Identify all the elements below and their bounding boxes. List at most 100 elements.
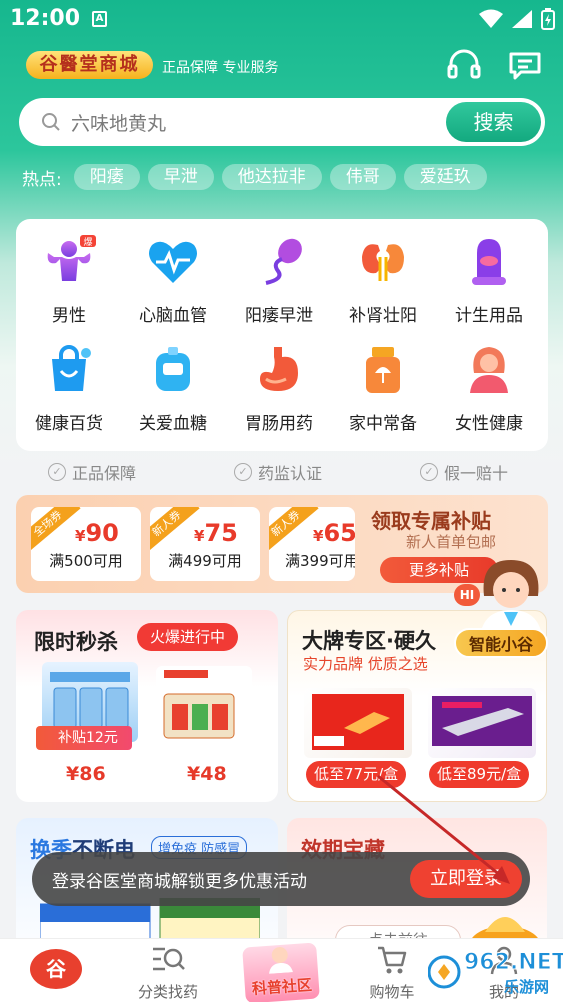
category-label: 阳痿早泄 — [245, 306, 313, 326]
coupon-card[interactable]: 新人券 ¥75 满499可用 — [150, 507, 260, 581]
category-label: 计生用品 — [455, 306, 523, 326]
subsidy-tag: 补贴12元 — [36, 726, 132, 750]
product-price: ¥48 — [187, 763, 227, 785]
check-icon: ✓ — [48, 463, 66, 481]
hot-label: 热点: — [22, 169, 62, 190]
brand-zone-title: 大牌专区·硬久 — [302, 629, 436, 653]
annotation-arrow — [377, 774, 510, 884]
sperm-icon — [265, 238, 302, 285]
category-male[interactable]: 爆 男性 — [16, 235, 122, 326]
tab-home[interactable]: 谷 — [0, 939, 112, 1002]
watermark-text: 962.NET — [464, 950, 563, 976]
slogan: 正品保障 专业服务 — [162, 60, 279, 76]
tab-category[interactable]: 分类找药 — [112, 939, 224, 1002]
guarantee-refund: ✓ 假一赔十 — [420, 460, 508, 484]
product-image[interactable] — [156, 666, 252, 746]
product-box-icon — [312, 694, 404, 750]
coupon-condition: 满399可用 — [285, 552, 355, 570]
condom-icon — [472, 239, 506, 285]
category-blood-sugar[interactable]: 关爱血糖 — [120, 343, 226, 434]
kidney-icon — [362, 244, 404, 281]
hot-tag[interactable]: 他达拉非 — [221, 164, 322, 190]
hot-tag[interactable]: 爱廷玖 — [403, 164, 487, 190]
coupon-amount: ¥75 — [194, 519, 238, 547]
coupon-ribbon: 新人券 — [150, 507, 200, 554]
muscle-man-icon: 爆 — [47, 235, 96, 281]
flash-sale-title: 限时秒杀 — [34, 630, 118, 654]
shopping-bag-icon — [52, 345, 91, 391]
category-label: 心脑血管 — [139, 306, 207, 326]
guarantee-label: 药监认证 — [258, 464, 323, 483]
coupon-ribbon: 新人券 — [269, 507, 319, 554]
search-bar[interactable]: 六味地黄丸 搜索 — [19, 98, 545, 146]
woman-icon — [470, 347, 508, 393]
watermark: 962.NET 乐游网 — [427, 950, 563, 996]
toast-message: 登录谷医堂商城解锁更多优惠活动 — [52, 872, 307, 892]
category-kidney[interactable]: 补肾壮阳 — [330, 235, 436, 326]
app-logo: 谷醫堂商城 — [26, 51, 153, 79]
coupon-card[interactable]: 新人券 ¥65 满399可用 — [269, 507, 355, 581]
status-time: 12:00 — [10, 6, 81, 31]
doctor-icon — [269, 947, 293, 974]
search-placeholder[interactable]: 六味地黄丸 — [71, 109, 166, 136]
badge-hot: 爆 — [83, 236, 92, 248]
search-icon — [42, 113, 60, 131]
doctor-avatar-icon — [480, 560, 542, 636]
category-grid: 爆 男性 心脑血管 阳痿早泄 补肾壮阳 计生用品 健康百货 关爱血糖 胃肠用药 … — [16, 219, 548, 451]
customer-service-icon[interactable] — [446, 48, 482, 82]
tab-community[interactable]: 科普社区 — [224, 939, 336, 1002]
heart-pulse-icon — [149, 241, 197, 283]
coupon-condition: 满500可用 — [49, 552, 123, 570]
category-label: 健康百货 — [35, 414, 103, 434]
hi-badge: HI — [454, 584, 480, 606]
category-contraception[interactable]: 计生用品 — [436, 235, 542, 326]
medicine-bottle-icon — [366, 347, 400, 393]
product-box-icon — [163, 670, 235, 739]
product-box-icon — [432, 696, 532, 746]
category-label: 补肾壮阳 — [349, 306, 417, 326]
hot-tag[interactable]: 早泄 — [147, 164, 214, 190]
wifi-icon — [479, 9, 503, 28]
brand-zone-subtitle: 实力品牌 优质之选 — [303, 655, 428, 673]
product-image[interactable] — [304, 688, 412, 758]
assistant-label[interactable]: 智能小谷 — [454, 628, 548, 658]
category-home-medicine[interactable]: 家中常备 — [330, 343, 436, 434]
coupon-condition: 满499可用 — [168, 552, 242, 570]
hot-tag[interactable]: 伟哥 — [329, 164, 396, 190]
guarantee-label: 假一赔十 — [444, 464, 509, 483]
guarantee-certified: ✓ 药监认证 — [234, 460, 322, 484]
cart-icon — [378, 946, 407, 974]
category-stomach[interactable]: 胃肠用药 — [226, 343, 332, 434]
category-label: 家中常备 — [349, 414, 417, 434]
category-label: 男性 — [52, 306, 86, 326]
glucose-meter-icon — [156, 347, 190, 391]
flash-sale-badge: 火爆进行中 — [137, 623, 239, 651]
coupon-title: 领取专属补贴 — [371, 509, 491, 533]
coupon-subtitle: 新人首单包邮 — [406, 533, 497, 551]
category-label: 关爱血糖 — [139, 414, 207, 434]
category-health-goods[interactable]: 健康百货 — [16, 343, 122, 434]
battery-icon — [541, 8, 555, 30]
guarantee-genuine: ✓ 正品保障 — [48, 460, 136, 484]
category-ed[interactable]: 阳痿早泄 — [226, 235, 332, 326]
message-icon[interactable] — [507, 48, 543, 82]
flash-sale-card[interactable]: 限时秒杀 火爆进行中 补贴12元 ¥86 ¥48 — [16, 610, 278, 802]
tab-label: 科普社区 — [251, 975, 313, 999]
watermark-sub: 乐游网 — [504, 978, 550, 996]
ai-assistant-widget[interactable]: HI 智能小谷 — [454, 556, 550, 658]
coupon-ribbon: 全场券 — [31, 507, 81, 554]
search-button[interactable]: 搜索 — [446, 102, 541, 142]
hot-search-row: 热点: 阳痿 早泄 他达拉非 伟哥 爱廷玖 — [22, 163, 487, 191]
category-label: 女性健康 — [455, 414, 523, 434]
product-price: ¥86 — [66, 763, 106, 785]
hot-tag[interactable]: 阳痿 — [73, 164, 140, 190]
category-cardio[interactable]: 心脑血管 — [120, 235, 226, 326]
check-icon: ✓ — [420, 463, 438, 481]
category-women-health[interactable]: 女性健康 — [436, 343, 542, 434]
coupon-amount: ¥65 — [313, 519, 355, 547]
product-image[interactable] — [428, 688, 536, 758]
stomach-icon — [260, 347, 298, 391]
category-label: 胃肠用药 — [245, 414, 313, 434]
coupon-card[interactable]: 全场券 ¥90 满500可用 — [31, 507, 141, 581]
community-badge: 科普社区 — [242, 942, 320, 1002]
